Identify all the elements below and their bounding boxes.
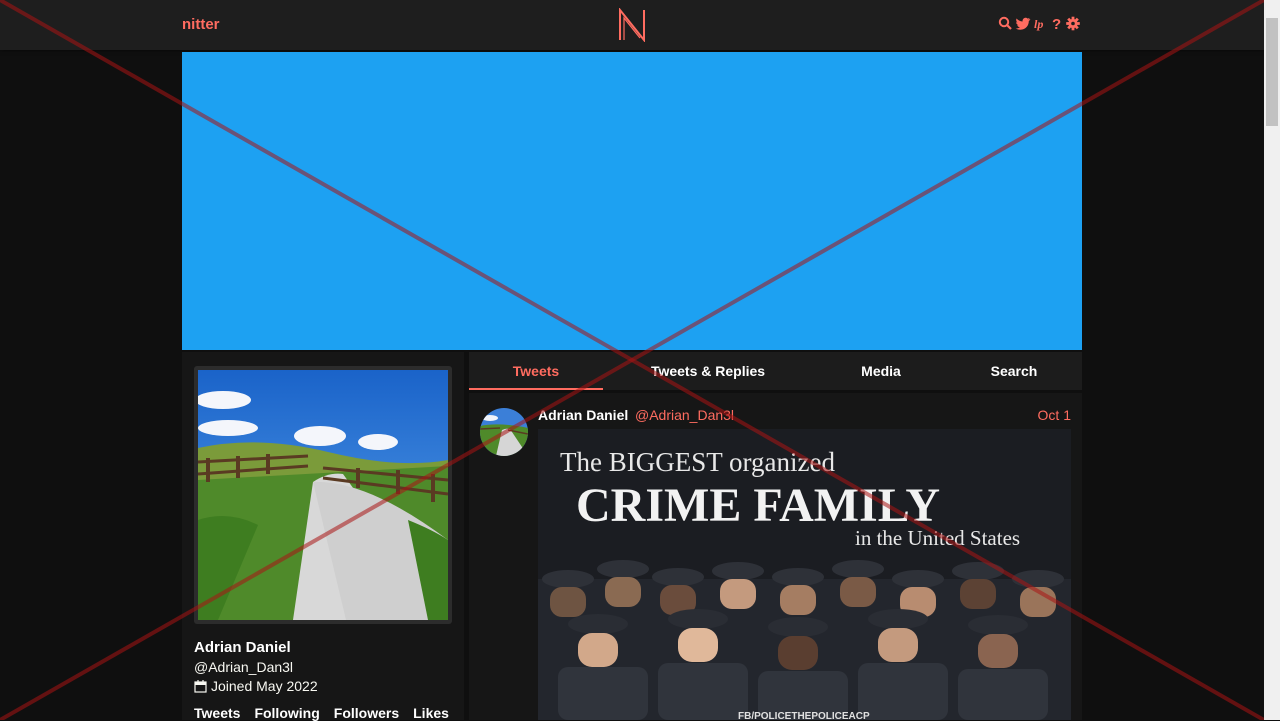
tab-search[interactable]: Search — [969, 352, 1059, 390]
tab-media[interactable]: Media — [829, 352, 933, 390]
profile-card: Adrian Daniel @Adrian_Dan3l Joined May 2… — [182, 352, 464, 721]
site-logo-link[interactable]: nitter — [182, 16, 220, 33]
twitter-bird-icon[interactable] — [1015, 15, 1031, 32]
avatar-landscape-image — [198, 370, 448, 620]
police-graduation-image: The BIGGEST organized CRIME FAMILY in th… — [538, 429, 1071, 720]
profile-join-date: Joined May 2022 — [194, 678, 318, 694]
help-icon[interactable]: ? — [1051, 15, 1063, 32]
tweet-media-image[interactable]: The BIGGEST organized CRIME FAMILY in th… — [538, 429, 1071, 720]
tweet-date[interactable]: Oct 1 — [1038, 407, 1071, 423]
profile-stats: Tweets Following Followers Likes — [194, 705, 449, 721]
tab-tweets-replies[interactable]: Tweets & Replies — [619, 352, 797, 390]
image-text-line1: The BIGGEST organized — [560, 447, 835, 477]
scrollbar-thumb[interactable] — [1266, 18, 1278, 126]
profile-fullname[interactable]: Adrian Daniel — [194, 639, 291, 656]
profile-username[interactable]: @Adrian_Dan3l — [194, 659, 293, 675]
svg-text:lp: lp — [1034, 17, 1043, 31]
svg-text:?: ? — [1052, 16, 1061, 32]
page-scrollbar[interactable] — [1264, 0, 1280, 720]
tweet-username[interactable]: @Adrian_Dan3l — [635, 407, 734, 423]
profile-banner[interactable] — [182, 52, 1082, 350]
tweet-avatar[interactable] — [480, 408, 528, 456]
stat-tweets[interactable]: Tweets — [194, 705, 240, 721]
stat-following[interactable]: Following — [254, 705, 319, 721]
top-navbar: nitter lp ? — [0, 0, 1264, 50]
search-icon[interactable] — [998, 15, 1012, 32]
tweet-fullname[interactable]: Adrian Daniel — [538, 407, 628, 423]
image-watermark: FB/POLICETHEPOLICEACP — [738, 711, 870, 720]
calendar-icon — [194, 679, 207, 693]
stat-likes[interactable]: Likes — [413, 705, 449, 721]
timeline-tabs: Tweets Tweets & Replies Media Search — [469, 352, 1082, 390]
nitter-logo-icon[interactable] — [616, 8, 648, 42]
lp-icon[interactable]: lp — [1034, 15, 1048, 32]
tweet-avatar-image — [480, 408, 528, 456]
tab-tweets[interactable]: Tweets — [469, 352, 603, 390]
profile-avatar[interactable] — [194, 366, 452, 624]
image-text-line3: in the United States — [855, 526, 1020, 550]
join-date-text: Joined May 2022 — [211, 678, 318, 694]
nav-icon-group: lp ? — [998, 15, 1080, 32]
stat-followers[interactable]: Followers — [334, 705, 399, 721]
gear-icon[interactable] — [1066, 15, 1080, 32]
tweet-item[interactable]: Adrian Daniel @Adrian_Dan3l Oct 1 The BI… — [469, 393, 1082, 720]
image-text-line2: CRIME FAMILY — [576, 479, 940, 532]
